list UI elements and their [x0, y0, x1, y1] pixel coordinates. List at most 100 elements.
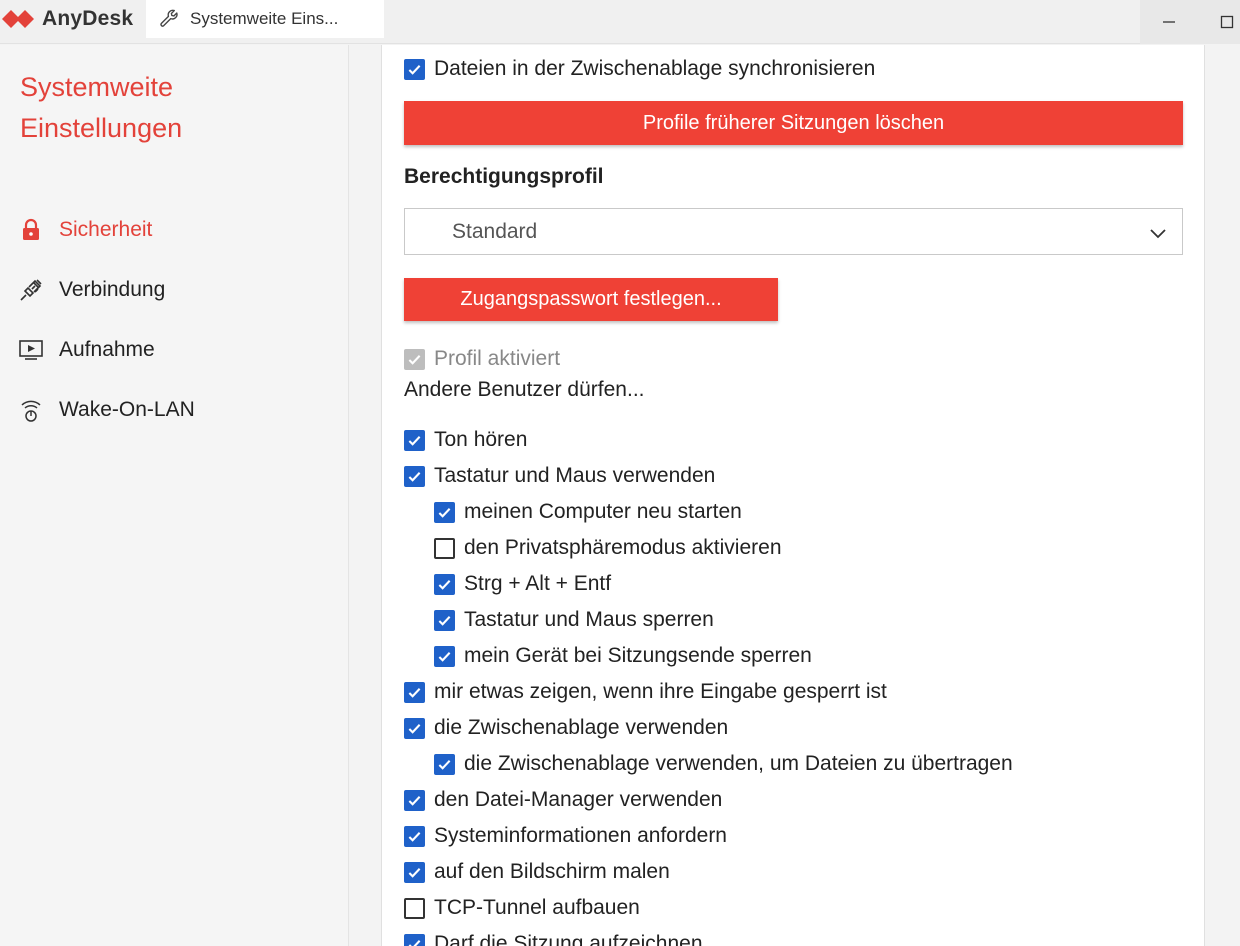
- permission-profile-heading: Berechtigungsprofil: [404, 165, 604, 188]
- select-value: Standard: [452, 219, 538, 243]
- checkmark-icon: [408, 687, 421, 698]
- checkbox[interactable]: [404, 861, 425, 883]
- permission-option[interactable]: mir etwas zeigen, wenn ihre Eingabe gesp…: [404, 677, 887, 707]
- sidebar-item-label: Wake-On-LAN: [59, 398, 195, 421]
- permission-option[interactable]: mein Gerät bei Sitzungsende sperren: [434, 641, 812, 671]
- checkbox[interactable]: [434, 537, 455, 559]
- plug-icon: [20, 279, 42, 301]
- permission-option[interactable]: Tastatur und Maus sperren: [434, 605, 714, 635]
- app-name: AnyDesk: [42, 7, 134, 30]
- checkbox-label: TCP-Tunnel aufbauen: [434, 896, 640, 919]
- checkmark-icon: [438, 507, 451, 518]
- checkbox[interactable]: [434, 645, 455, 667]
- checkmark-icon: [408, 723, 421, 734]
- screen-play-icon: [19, 340, 43, 360]
- checkbox[interactable]: [434, 753, 455, 775]
- checkbox[interactable]: [434, 609, 455, 631]
- checkbox-label: den Datei-Manager verwenden: [434, 788, 723, 811]
- maximize-button[interactable]: [1198, 0, 1240, 44]
- checkbox-label: Ton hören: [434, 428, 528, 451]
- checkbox: [404, 348, 425, 370]
- sidebar-item-label: Sicherheit: [59, 218, 153, 241]
- checkbox[interactable]: [404, 429, 425, 451]
- sidebar-title-line1: Systemweite: [20, 72, 174, 102]
- permission-option[interactable]: die Zwischenablage verwenden, um Dateien…: [434, 749, 1013, 779]
- checkbox-label: mein Gerät bei Sitzungsende sperren: [464, 644, 812, 667]
- checkmark-icon: [438, 651, 451, 662]
- sidebar-item-label: Verbindung: [59, 278, 166, 301]
- checkbox-label: Tastatur und Maus verwenden: [434, 464, 716, 487]
- checkbox[interactable]: [404, 789, 425, 811]
- checkbox[interactable]: [434, 501, 455, 523]
- chevron-down-icon: [1150, 229, 1166, 239]
- minimize-icon: [1163, 21, 1175, 23]
- wifi-power-icon: [21, 400, 41, 422]
- permission-option[interactable]: den Datei-Manager verwenden: [404, 785, 722, 815]
- anydesk-logo-icon: [2, 10, 34, 28]
- checkbox-label: den Privatsphäremodus aktivieren: [464, 536, 782, 559]
- checkmark-icon: [438, 579, 451, 590]
- checkmark-icon: [408, 831, 421, 842]
- checkmark-icon: [408, 795, 421, 806]
- checkbox-label: Darf die Sitzung aufzeichnen: [434, 932, 703, 946]
- checkbox-label: Systeminformationen anfordern: [434, 824, 727, 847]
- lock-icon: [23, 218, 39, 240]
- sidebar-item-aufnahme[interactable]: Aufnahme: [18, 330, 155, 370]
- settings-panel: Dateien in der Zwischenablage synchronis…: [381, 45, 1205, 946]
- checkbox-label: Tastatur und Maus sperren: [464, 608, 714, 631]
- permission-option[interactable]: Strg + Alt + Entf: [434, 569, 611, 599]
- sidebar-title: Systemweite Einstellungen: [20, 67, 320, 149]
- checkbox[interactable]: [404, 933, 425, 946]
- checkmark-icon: [408, 435, 421, 446]
- checkbox[interactable]: [434, 573, 455, 595]
- checkbox[interactable]: [404, 58, 425, 80]
- permission-option[interactable]: Systeminformationen anfordern: [404, 821, 727, 851]
- permission-option[interactable]: Tastatur und Maus verwenden: [404, 461, 715, 491]
- checkmark-icon: [408, 471, 421, 482]
- wrench-icon: [160, 9, 178, 27]
- permission-option[interactable]: die Zwischenablage verwenden: [404, 713, 728, 743]
- permission-option[interactable]: TCP-Tunnel aufbauen: [404, 893, 640, 923]
- permission-option[interactable]: meinen Computer neu starten: [434, 497, 742, 527]
- checkmark-icon: [408, 64, 421, 75]
- sidebar-item-sicherheit[interactable]: Sicherheit: [18, 210, 152, 250]
- checkmark-icon: [438, 615, 451, 626]
- checkbox-label: meinen Computer neu starten: [464, 500, 742, 523]
- minimize-button[interactable]: [1140, 0, 1198, 44]
- checkmark-icon: [408, 867, 421, 878]
- permission-option[interactable]: den Privatsphäremodus aktivieren: [434, 533, 782, 563]
- sidebar: Systemweite Einstellungen Sicherheit Ver…: [0, 45, 349, 946]
- checkmark-icon: [408, 939, 421, 946]
- sidebar-item-wake-on-lan[interactable]: Wake-On-LAN: [18, 390, 195, 430]
- profile-active-option: Profil aktiviert: [404, 344, 560, 374]
- permission-option[interactable]: auf den Bildschirm malen: [404, 857, 670, 887]
- checkbox-label: auf den Bildschirm malen: [434, 860, 670, 883]
- sidebar-item-label: Aufnahme: [59, 338, 155, 361]
- checkbox-label: die Zwischenablage verwenden: [434, 716, 729, 739]
- checkbox[interactable]: [404, 825, 425, 847]
- permission-option[interactable]: Darf die Sitzung aufzeichnen: [404, 929, 703, 946]
- checkbox-label: die Zwischenablage verwenden, um Dateien…: [464, 752, 1013, 775]
- checkmark-icon: [438, 759, 451, 770]
- checkbox-label: Dateien in der Zwischenablage synchronis…: [434, 57, 876, 80]
- tab-system-settings[interactable]: Systemweite Eins...: [146, 0, 384, 38]
- sidebar-item-verbindung[interactable]: Verbindung: [18, 270, 165, 310]
- app-brand[interactable]: AnyDesk: [0, 0, 133, 38]
- checkbox-label: Strg + Alt + Entf: [464, 572, 612, 595]
- permission-option[interactable]: Ton hören: [404, 425, 527, 455]
- checkbox[interactable]: [404, 717, 425, 739]
- delete-profiles-button[interactable]: Profile früherer Sitzungen löschen: [404, 101, 1183, 145]
- permission-profile-select[interactable]: Standard: [404, 208, 1183, 255]
- tab-label: Systemweite Eins...: [190, 9, 339, 28]
- others-allowed-text: Andere Benutzer dürfen...: [404, 378, 645, 401]
- checkbox[interactable]: [404, 681, 425, 703]
- sync-files-option[interactable]: Dateien in der Zwischenablage synchronis…: [404, 54, 875, 84]
- maximize-icon: [1220, 15, 1234, 29]
- checkbox-label: mir etwas zeigen, wenn ihre Eingabe gesp…: [434, 680, 887, 703]
- title-bar: AnyDesk Systemweite Eins...: [0, 0, 1240, 44]
- checkbox[interactable]: [404, 465, 425, 487]
- checkbox-label: Profil aktiviert: [434, 347, 561, 370]
- set-access-password-button[interactable]: Zugangspasswort festlegen...: [404, 278, 778, 321]
- sidebar-title-line2: Einstellungen: [20, 113, 183, 143]
- checkbox[interactable]: [404, 897, 425, 919]
